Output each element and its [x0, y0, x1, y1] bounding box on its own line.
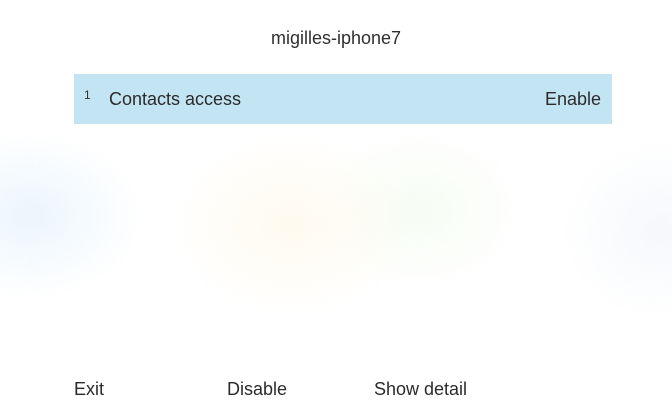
disable-softkey[interactable]: Disable — [227, 379, 287, 400]
list-item-index: 1 — [84, 88, 91, 102]
list-item-contacts-access[interactable]: 1 Contacts access Enable — [74, 74, 612, 124]
show-detail-softkey[interactable]: Show detail — [374, 379, 467, 400]
list-item-value: Enable — [544, 88, 601, 109]
exit-softkey[interactable]: Exit — [74, 379, 104, 400]
softkey-bar: Exit Disable Show detail — [0, 379, 672, 400]
settings-list: 1 Contacts access Enable — [74, 74, 612, 124]
list-item-label: Contacts access — [109, 88, 242, 109]
device-name-title: migilles-iphone7 — [270, 28, 402, 48]
